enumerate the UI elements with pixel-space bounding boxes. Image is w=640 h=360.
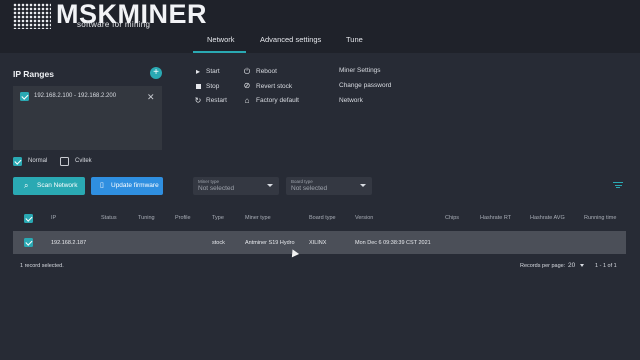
miner-type-select[interactable]: Miner type Not selected xyxy=(193,177,279,195)
filter-icon[interactable] xyxy=(613,181,623,189)
update-firmware-label: Update firmware xyxy=(111,182,159,189)
cvitek-label: Cvitek xyxy=(75,158,92,164)
restart-icon: ↻ xyxy=(194,96,202,105)
column-header-ip[interactable]: IP xyxy=(51,215,56,221)
ip-range-label: 192.168.2.100 - 192.168.2.200 xyxy=(34,93,117,99)
scan-network-label: Scan Network xyxy=(37,182,78,189)
column-header-tuning[interactable]: Tuning xyxy=(138,215,155,221)
normal-label: Normal xyxy=(28,158,48,164)
records-per-page-select[interactable]: 20 xyxy=(568,262,585,269)
active-tab-indicator xyxy=(193,51,246,53)
miner-type-value: Not selected xyxy=(198,185,235,192)
board-type-select[interactable]: Board type Not selected xyxy=(286,177,372,195)
revert-stock-action[interactable]: Revert stock xyxy=(256,83,292,90)
column-header-type[interactable]: Type xyxy=(212,215,224,221)
factory-default-action[interactable]: Factory default xyxy=(256,97,299,104)
ip-ranges-title: IP Ranges xyxy=(13,69,54,79)
column-header-board-type[interactable]: Board type xyxy=(309,215,336,221)
update-firmware-button[interactable]: ▯ Update firmware xyxy=(91,177,163,195)
cell-type: stock xyxy=(212,240,225,246)
add-ip-range-button[interactable]: + xyxy=(150,67,162,79)
column-header-chips[interactable]: Chips xyxy=(445,215,459,221)
cell-ip: 192.168.2.187 xyxy=(51,240,87,246)
column-header-profile[interactable]: Profile xyxy=(175,215,191,221)
cell-board-type: XILINX xyxy=(309,240,327,246)
ip-range-checkbox[interactable] xyxy=(20,92,29,101)
app-header: MSKMINER software for mining Network Adv… xyxy=(0,0,640,53)
play-icon: ▸ xyxy=(195,67,200,76)
factory-icon: ⌂ xyxy=(244,96,250,105)
tab-network[interactable]: Network xyxy=(207,35,235,44)
column-header-status[interactable]: Status xyxy=(101,215,117,221)
column-header-version[interactable]: Version xyxy=(355,215,373,221)
miner-type-label: Miner type xyxy=(198,179,220,184)
chevron-down-icon xyxy=(360,184,366,187)
column-header-running-time[interactable]: Running time xyxy=(584,215,616,221)
logo-subtitle: software for mining xyxy=(77,20,151,29)
cell-miner-type: Antminer S19 Hydro xyxy=(245,240,295,246)
select-all-checkbox[interactable] xyxy=(24,214,33,223)
column-header-miner-type[interactable]: Miner type xyxy=(245,215,271,221)
network-link[interactable]: Network xyxy=(339,97,363,104)
miner-settings-link[interactable]: Miner Settings xyxy=(339,67,381,74)
reboot-action[interactable]: Reboot xyxy=(256,68,277,75)
column-header-hashrate-avg[interactable]: Hashrate AVG xyxy=(530,215,565,221)
column-header-hashrate-rt[interactable]: Hashrate RT xyxy=(480,215,511,221)
tab-tune[interactable]: Tune xyxy=(346,35,363,44)
cell-version: Mon Dec 6 09:38:39 CST 2021 xyxy=(355,240,431,246)
records-per-page-label: Records per page: xyxy=(520,263,566,269)
device-icon: ▯ xyxy=(100,182,104,189)
row-checkbox[interactable] xyxy=(24,238,33,247)
change-password-link[interactable]: Change password xyxy=(339,82,391,89)
cvitek-checkbox[interactable] xyxy=(60,157,69,166)
records-per-page-value: 20 xyxy=(568,262,576,269)
normal-checkbox[interactable] xyxy=(13,157,22,166)
close-icon[interactable]: ✕ xyxy=(147,92,155,103)
revert-icon: ⊘ xyxy=(243,81,251,90)
restart-action[interactable]: Restart xyxy=(206,97,227,104)
start-action[interactable]: Start xyxy=(206,68,220,75)
board-type-value: Not selected xyxy=(291,185,328,192)
pagination-range: 1 - 1 of 1 xyxy=(595,263,617,269)
chevron-down-icon xyxy=(267,184,273,187)
power-icon: ⏻ xyxy=(243,67,251,76)
selection-count: 1 record selected. xyxy=(20,263,64,269)
logo-icon xyxy=(13,3,51,29)
search-icon: ⌕ xyxy=(24,181,29,190)
plus-icon: + xyxy=(153,67,159,78)
board-type-label: Board type xyxy=(291,179,313,184)
chevron-down-icon xyxy=(580,263,585,267)
stop-icon xyxy=(196,84,201,89)
tab-advanced-settings[interactable]: Advanced settings xyxy=(260,35,321,44)
scan-network-button[interactable]: ⌕ Scan Network xyxy=(13,177,85,195)
stop-action[interactable]: Stop xyxy=(206,83,219,90)
